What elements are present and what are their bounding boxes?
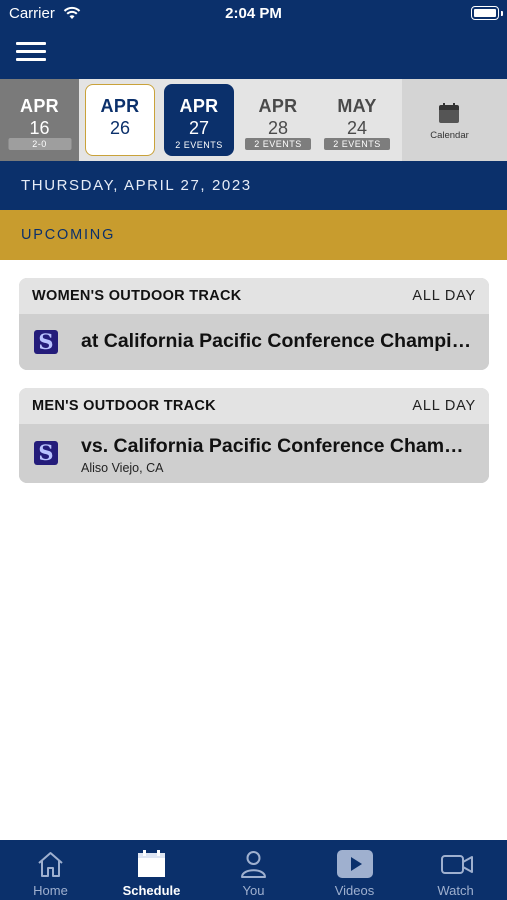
tab-bar: Home Schedule You Videos Watch	[0, 840, 507, 900]
event-title: vs. California Pacific Conference Champi…	[81, 435, 475, 457]
date-month: APR	[100, 96, 140, 116]
event-card[interactable]: WOMEN'S OUTDOOR TRACK ALL DAY S at Calif…	[19, 278, 489, 370]
play-icon	[337, 850, 373, 878]
event-title: at California Pacific Conference Champio…	[81, 330, 475, 352]
date-apr-26[interactable]: APR 26	[85, 84, 155, 156]
tab-label: You	[242, 883, 265, 898]
date-month: APR	[20, 96, 59, 116]
date-apr-16[interactable]: APR 16 2-0	[0, 79, 79, 161]
tab-schedule[interactable]: Schedule	[101, 840, 202, 900]
status-bar: Carrier 2:04 PM	[0, 0, 507, 28]
date-day: 24	[346, 118, 368, 138]
person-icon	[241, 851, 266, 878]
home-icon	[38, 852, 63, 877]
calendar-icon	[439, 103, 459, 123]
date-apr-27[interactable]: APR 27 2 EVENTS	[164, 84, 234, 156]
date-month: APR	[258, 96, 298, 116]
event-card-header: MEN'S OUTDOOR TRACK ALL DAY	[19, 388, 489, 424]
status-time: 2:04 PM	[225, 5, 282, 22]
date-month: MAY	[337, 96, 377, 116]
event-sport: MEN'S OUTDOOR TRACK	[32, 398, 216, 414]
calendar-label: Calendar	[430, 130, 469, 141]
event-card[interactable]: MEN'S OUTDOOR TRACK ALL DAY S vs. Califo…	[19, 388, 489, 483]
battery-icon	[471, 6, 503, 20]
event-sport: WOMEN'S OUTDOOR TRACK	[32, 288, 242, 304]
calendar-icon	[138, 850, 165, 877]
selected-date-header: THURSDAY, APRIL 27, 2023	[0, 161, 507, 210]
date-strip: APR 16 2-0 APR 26 APR 27 2 EVENTS APR 28…	[0, 79, 507, 161]
event-time: ALL DAY	[412, 398, 476, 414]
date-events-badge: 2 EVENTS	[175, 140, 223, 150]
event-row: S vs. California Pacific Conference Cham…	[19, 424, 489, 483]
section-header: UPCOMING	[0, 210, 507, 260]
tab-you[interactable]: You	[203, 840, 304, 900]
date-apr-28[interactable]: APR 28 2 EVENTS	[243, 79, 313, 161]
event-row: S at California Pacific Conference Champ…	[19, 314, 489, 370]
team-logo-icon: S	[34, 441, 58, 465]
date-day: 26	[109, 118, 131, 138]
menu-icon[interactable]	[16, 42, 46, 62]
tab-videos[interactable]: Videos	[304, 840, 405, 900]
event-location: Aliso Viejo, CA	[81, 461, 164, 475]
calendar-button[interactable]: Calendar	[402, 79, 507, 161]
date-events-badge: 2 EVENTS	[324, 138, 390, 150]
tab-watch[interactable]: Watch	[405, 840, 506, 900]
date-month: APR	[179, 96, 219, 116]
date-day: 28	[267, 118, 289, 138]
video-camera-icon	[441, 855, 473, 874]
event-time: ALL DAY	[412, 288, 476, 304]
tab-label: Schedule	[122, 883, 181, 898]
team-logo-icon: S	[34, 330, 58, 354]
date-result-badge: 2-0	[8, 138, 71, 150]
tab-label: Watch	[437, 883, 474, 898]
date-day: 27	[188, 118, 210, 138]
tab-label: Home	[33, 883, 68, 898]
tab-label: Videos	[334, 883, 375, 898]
date-events-badge: 2 EVENTS	[245, 138, 311, 150]
tab-home[interactable]: Home	[0, 840, 101, 900]
date-day: 16	[29, 118, 50, 138]
event-card-header: WOMEN'S OUTDOOR TRACK ALL DAY	[19, 278, 489, 314]
app-header: Carrier 2:04 PM	[0, 0, 507, 79]
date-may-24[interactable]: MAY 24 2 EVENTS	[322, 79, 392, 161]
